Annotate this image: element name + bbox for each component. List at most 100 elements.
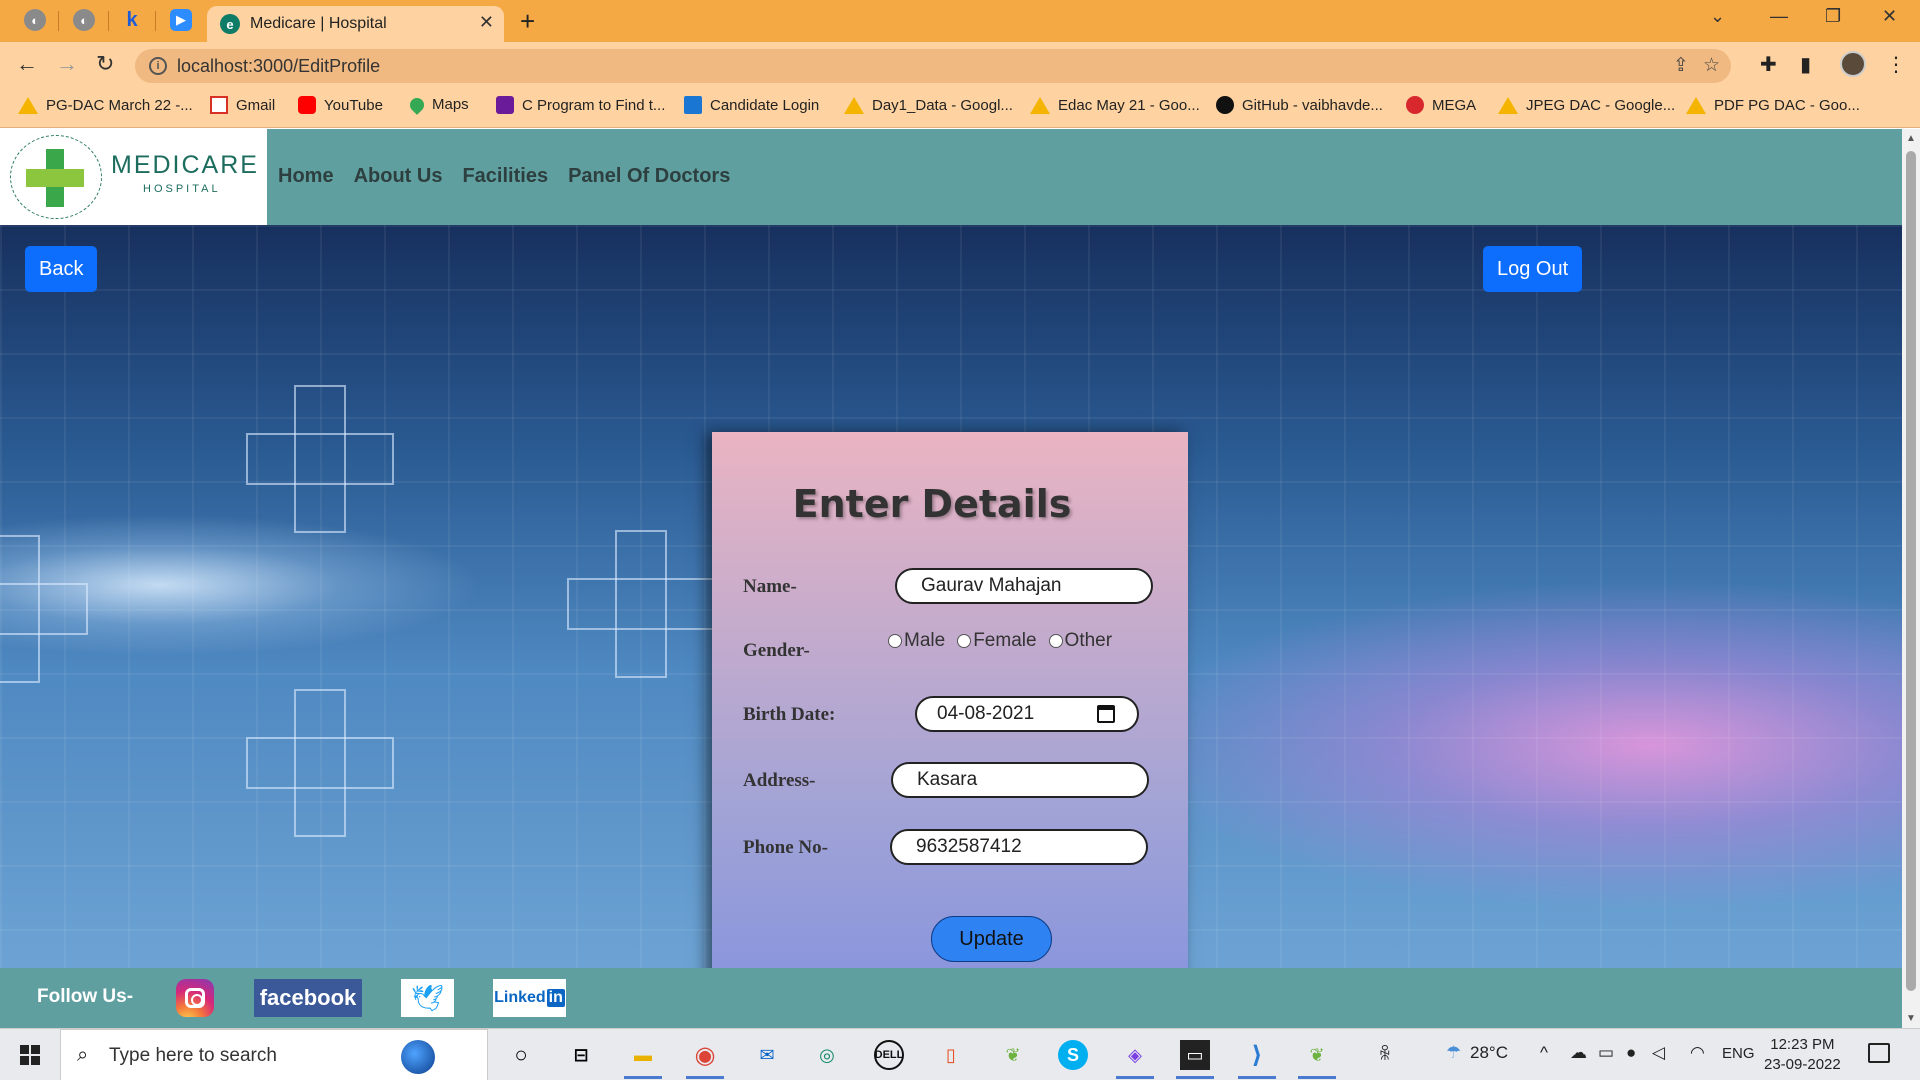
tab-search-icon[interactable]: ⌄ <box>1710 6 1725 27</box>
tab-favicon-2[interactable]: ◐ <box>73 9 95 31</box>
bookmark-item[interactable]: JPEG DAC - Google... <box>1498 96 1675 114</box>
address-bar[interactable]: i localhost:3000/EditProfile ⇪ ☆ <box>135 49 1731 83</box>
bookmark-item[interactable]: C Program to Find t... <box>496 96 665 114</box>
follow-us-label: Follow Us- <box>37 986 134 1007</box>
twitter-icon[interactable]: 🕊 <box>401 979 454 1017</box>
microphone-icon[interactable]: ● <box>1626 1043 1636 1063</box>
new-tab-button[interactable]: + <box>520 6 535 37</box>
nav-home[interactable]: Home <box>278 165 334 188</box>
bookmark-item[interactable]: Gmail <box>210 96 275 114</box>
task-view-icon[interactable]: ⊟ <box>566 1040 596 1070</box>
wifi-icon[interactable]: ◠ <box>1690 1043 1705 1063</box>
minimize-button[interactable]: — <box>1770 6 1788 27</box>
gender-male-label[interactable]: Male <box>904 630 945 652</box>
gender-male-radio[interactable] <box>888 634 902 648</box>
gmail-icon <box>210 96 228 114</box>
site-footer: Follow Us- facebook 🕊 Linked in <box>0 968 1902 1028</box>
address-input[interactable]: Kasara <box>891 762 1149 798</box>
bookmark-label: C Program to Find t... <box>522 96 666 114</box>
weather-temp[interactable]: 28°C <box>1470 1043 1508 1063</box>
edge-icon[interactable]: ◎ <box>812 1040 842 1070</box>
instagram-icon[interactable] <box>176 979 214 1017</box>
language-indicator[interactable]: ENG <box>1722 1045 1755 1062</box>
bookmark-item[interactable]: Maps <box>407 94 469 115</box>
dell-icon[interactable]: DELL <box>874 1040 904 1070</box>
bookmark-label: PG-DAC March 22 -... <box>46 96 193 114</box>
drive-icon <box>18 96 38 114</box>
nav-facilities[interactable]: Facilities <box>462 165 548 188</box>
nav-about-us[interactable]: About Us <box>354 165 443 188</box>
close-window-button[interactable]: ✕ <box>1882 6 1897 27</box>
forward-arrow-icon[interactable]: → <box>56 51 78 77</box>
reload-icon[interactable]: ↻ <box>96 51 114 77</box>
menu-kebab-icon[interactable]: ⋮ <box>1886 52 1906 77</box>
vscode-icon[interactable]: ⟩ <box>1238 1040 1276 1079</box>
update-button[interactable]: Update <box>931 916 1052 962</box>
logout-button[interactable]: Log Out <box>1483 246 1583 292</box>
bookmark-item[interactable]: Edac May 21 - Goo... <box>1030 96 1200 114</box>
taskbar-search-box[interactable]: ⌕ Type here to search <box>60 1029 488 1080</box>
terminal-icon[interactable]: ▭ <box>1176 1040 1214 1079</box>
bookmark-item[interactable]: PDF PG DAC - Goo... <box>1686 96 1860 114</box>
notification-center-icon[interactable] <box>1868 1043 1890 1063</box>
back-arrow-icon[interactable]: ← <box>16 51 38 77</box>
site-info-icon[interactable]: i <box>149 57 167 75</box>
weather-icon[interactable]: ☂ <box>1446 1043 1461 1063</box>
share-icon[interactable]: ⇪ <box>1673 54 1689 77</box>
onedrive-icon[interactable]: ☁ <box>1570 1043 1587 1063</box>
bookmark-item[interactable]: YouTube <box>298 96 383 114</box>
volume-icon[interactable]: ◁ <box>1652 1043 1665 1063</box>
tab-favicon-k[interactable]: k <box>121 9 143 31</box>
windows-start-icon[interactable] <box>20 1045 40 1065</box>
system-clock[interactable]: 12:23 PM 23-09-2022 <box>1764 1035 1841 1075</box>
mail-icon[interactable]: ✉ <box>752 1040 782 1070</box>
facebook-icon[interactable]: facebook <box>254 979 362 1017</box>
tab-close-icon[interactable]: ✕ <box>479 12 494 33</box>
tab-favicon-1[interactable]: ◐ <box>24 9 46 31</box>
spring-tools-icon[interactable]: ❦ <box>1298 1040 1336 1079</box>
birth-date-input[interactable]: 04-08-2021 <box>915 696 1139 732</box>
scroll-down-icon[interactable]: ▼ <box>1906 1013 1916 1024</box>
profile-avatar[interactable] <box>1840 51 1866 77</box>
bookmark-item[interactable]: MEGA <box>1406 96 1476 114</box>
medicare-logo[interactable]: MEDICARE HOSPITAL <box>0 129 267 225</box>
gender-female-label[interactable]: Female <box>973 630 1036 652</box>
bookmark-item[interactable]: GitHub - vaibhavde... <box>1216 96 1383 114</box>
active-tab[interactable]: e Medicare | Hospital ✕ <box>207 6 504 42</box>
restore-button[interactable]: ❐ <box>1825 6 1841 27</box>
extensions-icon[interactable]: ✚ <box>1760 52 1777 77</box>
spring-tools-icon[interactable]: ❦ <box>998 1040 1028 1070</box>
tray-chevron-icon[interactable]: ^ <box>1540 1043 1548 1063</box>
people-icon[interactable]: ꆜ <box>1378 1043 1391 1065</box>
skype-icon[interactable]: S <box>1058 1040 1088 1070</box>
bookmark-item[interactable]: PG-DAC March 22 -... <box>18 96 193 114</box>
gender-other-label[interactable]: Other <box>1065 630 1113 652</box>
office-icon[interactable]: ▯ <box>936 1040 966 1070</box>
battery-icon[interactable]: ▭ <box>1598 1043 1614 1063</box>
gender-female-radio[interactable] <box>957 634 972 648</box>
tab-favicon-zoom[interactable]: ▶ <box>170 9 192 31</box>
url-text[interactable]: localhost:3000/EditProfile <box>177 56 380 77</box>
calendar-icon[interactable] <box>1097 705 1115 723</box>
cortana-icon[interactable]: ○ <box>506 1040 536 1070</box>
phone-input[interactable]: 9632587412 <box>890 829 1148 865</box>
bookmark-item[interactable]: Day1_Data - Googl... <box>844 96 1013 114</box>
page-scrollbar[interactable]: ▲ ▼ <box>1902 129 1920 1028</box>
file-explorer-icon[interactable]: ▬ <box>624 1040 662 1079</box>
back-button[interactable]: Back <box>25 246 98 292</box>
name-input[interactable]: Gaurav Mahajan <box>895 568 1153 604</box>
chrome-icon[interactable]: ◉ <box>686 1040 724 1079</box>
scroll-thumb[interactable] <box>1906 151 1916 991</box>
plus-icon <box>0 535 88 683</box>
nav-panel-of-doctors[interactable]: Panel Of Doctors <box>568 165 730 188</box>
bookmark-label: YouTube <box>324 96 383 114</box>
bookmark-star-icon[interactable]: ☆ <box>1703 54 1720 77</box>
side-panel-icon[interactable]: ▮ <box>1800 52 1811 77</box>
linkedin-icon[interactable]: Linked in <box>493 979 566 1017</box>
gender-other-radio[interactable] <box>1048 634 1063 648</box>
logo-sub: HOSPITAL <box>143 183 221 195</box>
zoom-app-icon[interactable]: ◈ <box>1116 1040 1154 1079</box>
scroll-up-icon[interactable]: ▲ <box>1906 133 1916 144</box>
phone-label: Phone No- <box>743 837 828 858</box>
bookmark-item[interactable]: Candidate Login <box>684 96 819 114</box>
